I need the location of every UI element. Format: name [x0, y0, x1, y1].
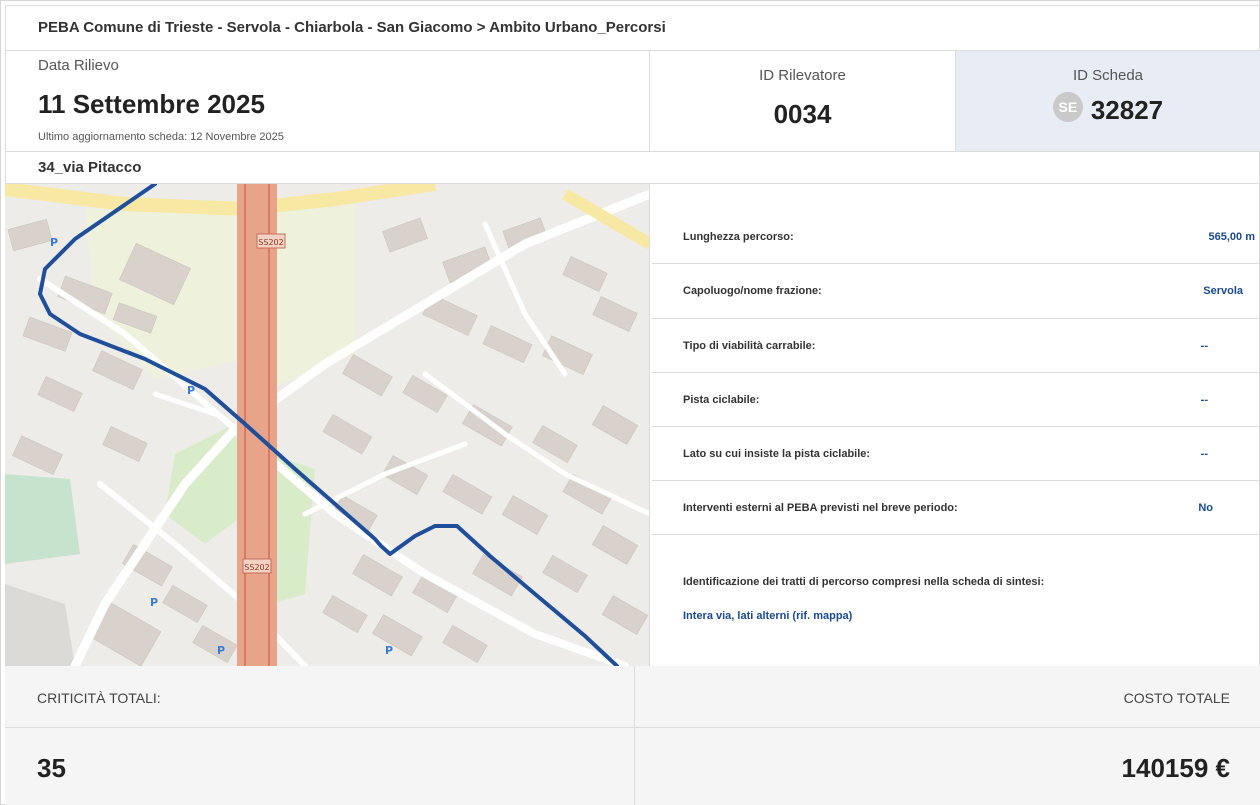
- tratti-row: Identificazione dei tratti di percorso c…: [652, 535, 1260, 666]
- info-value: --: [1200, 340, 1208, 352]
- info-value: 565,00 m: [1208, 231, 1255, 243]
- info-value: No: [1198, 502, 1213, 514]
- info-label: Lunghezza percorso:: [683, 231, 794, 243]
- survey-date-panel: Data Rilievo 11 Settembre 2025 Ultimo ag…: [5, 51, 650, 152]
- info-value: --: [1200, 394, 1208, 406]
- costo-header: COSTO TOTALE: [635, 666, 1260, 728]
- sheet-id-value-group: SE 32827: [956, 91, 1260, 126]
- costo-value: 140159 €: [1121, 753, 1230, 783]
- info-label: Interventi esterni al PEBA previsti nel …: [683, 502, 958, 514]
- info-value: --: [1200, 448, 1208, 460]
- tratti-label: Identificazione dei tratti di percorso c…: [683, 576, 1045, 588]
- surveyor-id-panel: ID Rilevatore 0034: [650, 51, 956, 152]
- info-label: Tipo di viabilità carrabile:: [683, 340, 816, 352]
- parking-icon: P: [217, 644, 225, 657]
- info-value: Servola: [1203, 285, 1243, 297]
- last-update-text: Ultimo aggiornamento scheda: 12 Novembre…: [38, 131, 284, 143]
- criticita-label: CRITICITÀ TOTALI:: [37, 690, 161, 706]
- info-row: Lunghezza percorso: 565,00 m: [652, 184, 1260, 264]
- street-name: 34_via Pitacco: [38, 159, 142, 176]
- parking-icon: P: [187, 384, 195, 397]
- info-label: Pista ciclabile:: [683, 394, 760, 406]
- info-row: Tipo di viabilità carrabile: --: [652, 319, 1260, 373]
- survey-date-label: Data Rilievo: [38, 57, 119, 74]
- sheet-id-value: 32827: [1090, 95, 1164, 125]
- surveyor-id-value: 0034: [773, 99, 832, 129]
- highway: [237, 184, 277, 666]
- sheet-type-badge: SE: [1052, 91, 1083, 122]
- highway-label: SS202: [244, 563, 269, 572]
- costo-label: COSTO TOTALE: [1123, 690, 1230, 706]
- tratti-value[interactable]: Intera via, lati alterni (rif. mappa): [683, 610, 852, 622]
- breadcrumb: PEBA Comune di Trieste - Servola - Chiar…: [5, 5, 1260, 51]
- map-canvas: SS202 SS202 P P P P P: [5, 184, 649, 666]
- breadcrumb-text[interactable]: PEBA Comune di Trieste - Servola - Chiar…: [38, 19, 666, 36]
- surveyor-id-label: ID Rilevatore: [759, 67, 846, 84]
- highway-label: SS202: [258, 238, 283, 247]
- sheet-id-panel: ID Scheda SE 32827: [956, 51, 1260, 152]
- sheet-id-label: ID Scheda: [1072, 67, 1144, 84]
- info-row: Capoluogo/nome frazione: Servola: [652, 264, 1260, 319]
- info-row: Pista ciclabile: --: [652, 373, 1260, 427]
- criticita-header: CRITICITÀ TOTALI:: [5, 666, 635, 728]
- sports-field: [5, 474, 80, 564]
- info-row: Interventi esterni al PEBA previsti nel …: [652, 481, 1260, 535]
- survey-date-value: 11 Settembre 2025: [38, 89, 265, 119]
- criticita-value: 35: [37, 753, 66, 783]
- parking-icon: P: [150, 596, 158, 609]
- info-label: Capoluogo/nome frazione:: [683, 285, 822, 297]
- parking-icon: P: [385, 644, 393, 657]
- criticita-panel: 35: [5, 728, 635, 805]
- info-row: Lato su cui insiste la pista ciclabile: …: [652, 427, 1260, 481]
- info-label: Lato su cui insiste la pista ciclabile:: [683, 448, 871, 460]
- route-map[interactable]: SS202 SS202 P P P P P: [5, 184, 650, 666]
- street-name-row: 34_via Pitacco: [5, 152, 1260, 184]
- costo-panel: 140159 €: [635, 728, 1260, 805]
- route-info-table: Lunghezza percorso: 565,00 m Capoluogo/n…: [650, 184, 1260, 666]
- parking-icon: P: [50, 236, 58, 249]
